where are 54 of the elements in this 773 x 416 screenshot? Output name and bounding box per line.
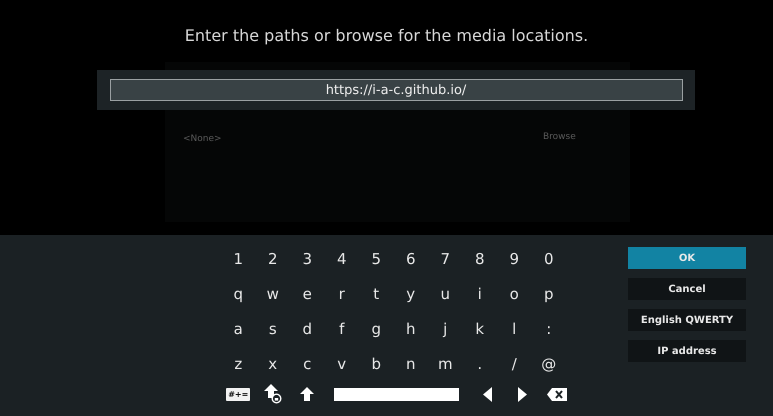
dialog-button[interactable]: IP address (628, 340, 746, 362)
keyboard-key[interactable]: h (400, 316, 422, 340)
symbols-key[interactable]: #+= (226, 388, 250, 400)
keyboard-key[interactable]: 2 (262, 246, 284, 270)
keyboard-key[interactable]: l (503, 316, 526, 340)
dialog-button[interactable]: Cancel (628, 278, 746, 300)
keyboard-key[interactable]: y (400, 282, 422, 306)
keyboard-key[interactable]: 9 (503, 246, 526, 270)
keyboard-key[interactable]: t (365, 282, 388, 306)
keyboard-key[interactable]: f (330, 316, 353, 340)
keyboard-key[interactable]: 1 (227, 246, 250, 270)
caps-lock-icon[interactable] (264, 384, 282, 404)
keyboard-key[interactable]: j (434, 316, 456, 340)
keyboard-key[interactable]: s (262, 316, 284, 340)
keyboard-key[interactable]: 5 (365, 246, 388, 270)
keyboard-key[interactable]: e (296, 282, 318, 306)
keyboard-key[interactable]: . (468, 352, 491, 376)
path-label: <None> (183, 134, 222, 144)
keyboard-key[interactable]: 3 (296, 246, 318, 270)
space-bar[interactable] (334, 388, 458, 400)
keyboard-key[interactable]: d (296, 316, 318, 340)
keyboard-key[interactable]: 8 (468, 246, 491, 270)
left-arrow-icon[interactable] (483, 386, 492, 402)
keyboard-key[interactable]: m (434, 352, 456, 376)
keyboard-key[interactable]: u (434, 282, 456, 306)
dialog-button[interactable]: English QWERTY (628, 309, 746, 331)
keyboard-key[interactable]: n (400, 352, 422, 376)
keyboard-key[interactable]: k (468, 316, 491, 340)
dialog-heading: Enter the paths or browse for the media locations. (184, 26, 590, 45)
keyboard-key[interactable]: b (365, 352, 388, 376)
keyboard-key[interactable]: x (262, 352, 284, 376)
keyboard-key[interactable]: i (468, 282, 491, 306)
keyboard-key[interactable]: r (330, 282, 353, 306)
keyboard-key[interactable]: / (503, 352, 526, 376)
keyboard-key[interactable]: @ (538, 352, 560, 376)
keyboard-key[interactable]: : (538, 316, 560, 340)
url-input-field[interactable]: https://i-a-c.github.io/ (110, 79, 682, 101)
keyboard-key[interactable]: a (227, 316, 250, 340)
shift-icon[interactable] (300, 387, 314, 401)
keyboard-key[interactable]: 0 (538, 246, 560, 270)
keyboard-key[interactable]: p (538, 282, 560, 306)
keyboard-key[interactable]: o (503, 282, 526, 306)
backspace-icon[interactable] (546, 388, 567, 400)
keyboard-key[interactable]: g (365, 316, 388, 340)
keyboard-key[interactable]: z (227, 352, 250, 376)
right-arrow-icon[interactable] (518, 386, 527, 402)
dialog-button[interactable]: OK (628, 247, 746, 269)
keyboard-key[interactable]: 7 (434, 246, 456, 270)
keyboard-key[interactable]: v (330, 352, 353, 376)
keyboard-key[interactable]: 6 (400, 246, 422, 270)
keyboard-key[interactable]: q (227, 282, 250, 306)
keyboard-key[interactable]: w (262, 282, 284, 306)
keyboard-key[interactable]: 4 (330, 246, 353, 270)
keyboard-key[interactable]: c (296, 352, 318, 376)
